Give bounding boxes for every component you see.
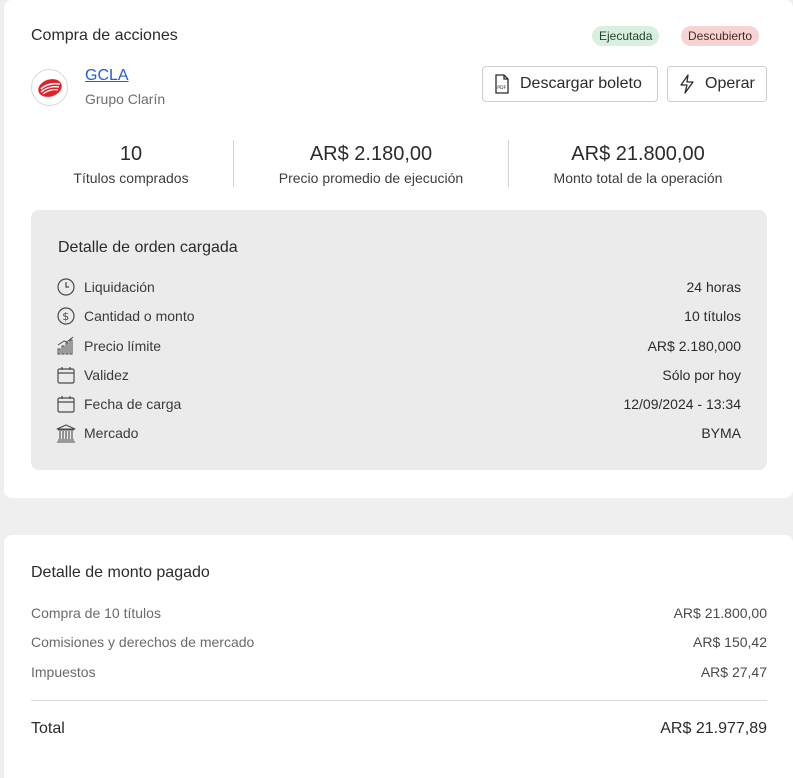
detail-value: Sólo por hoy xyxy=(662,367,741,383)
order-detail-title: Detalle de orden cargada xyxy=(58,239,238,256)
status-badge-uncovered: Descubierto xyxy=(681,26,760,46)
stat-titles-bought: 10 Títulos comprados xyxy=(31,142,231,186)
detail-value: 10 títulos xyxy=(684,308,741,324)
payment-label: Comisiones y derechos de mercado xyxy=(31,634,255,650)
dollar-circle-icon: $ xyxy=(56,306,76,326)
payment-row-taxes: Impuestos AR$ 27,47 xyxy=(31,664,767,680)
payment-value: AR$ 150,42 xyxy=(693,634,767,650)
order-detail-panel: Detalle de orden cargada Liquidación 24 … xyxy=(31,210,767,470)
clock-icon xyxy=(56,277,76,297)
lightning-icon xyxy=(680,74,694,94)
payment-total-row: Total AR$ 21.977,89 xyxy=(31,720,767,738)
stat-value: AR$ 2.180,00 xyxy=(309,143,433,165)
detail-label: Liquidación xyxy=(84,279,155,295)
payment-detail-card: Detalle de monto pagado Compra de 10 tít… xyxy=(4,535,793,778)
detail-label: Mercado xyxy=(84,425,139,441)
page-title: Compra de acciones xyxy=(31,27,178,44)
bank-icon xyxy=(56,423,76,443)
payment-label: Compra de 10 títulos xyxy=(31,605,161,621)
stat-label: Precio promedio de ejecución xyxy=(278,170,464,186)
status-badge-executed: Ejecutada xyxy=(592,26,660,46)
instrument-ticker-link[interactable]: GCLA xyxy=(85,67,129,85)
detail-row-limit-price: Precio límite AR$ 2.180,000 xyxy=(56,335,741,357)
detail-row-market: Mercado BYMA xyxy=(56,422,741,444)
svg-text:PDF: PDF xyxy=(497,85,506,91)
payment-label: Impuestos xyxy=(31,664,96,680)
bar-chart-icon xyxy=(56,336,76,356)
detail-row-quantity: $ Cantidad o monto 10 títulos xyxy=(56,305,741,327)
total-value: AR$ 21.977,89 xyxy=(660,720,767,737)
total-label: Total xyxy=(31,720,65,737)
calendar-icon xyxy=(56,394,76,414)
payment-detail-title: Detalle de monto pagado xyxy=(31,564,210,581)
detail-row-load-date: Fecha de carga 12/09/2024 - 13:34 xyxy=(56,393,741,415)
detail-label: Validez xyxy=(84,367,129,383)
payment-value: AR$ 21.800,00 xyxy=(673,605,767,621)
payment-row-commissions: Comisiones y derechos de mercado AR$ 150… xyxy=(31,634,767,650)
detail-row-validity: Validez Sólo por hoy xyxy=(56,364,741,386)
divider xyxy=(31,700,767,701)
detail-label: Fecha de carga xyxy=(84,396,182,412)
calendar-icon xyxy=(56,365,76,385)
stat-total-amount: AR$ 21.800,00 Monto total de la operació… xyxy=(509,142,767,186)
operate-button[interactable]: Operar xyxy=(667,66,767,102)
detail-value: AR$ 2.180,000 xyxy=(647,338,741,354)
payment-value: AR$ 27,47 xyxy=(700,664,767,680)
detail-value: BYMA xyxy=(701,425,741,441)
detail-label: Precio límite xyxy=(84,338,162,354)
operate-label: Operar xyxy=(705,75,755,92)
pdf-file-icon: PDF xyxy=(495,74,509,94)
stat-value: AR$ 21.800,00 xyxy=(571,143,705,165)
stat-average-price: AR$ 2.180,00 Precio promedio de ejecució… xyxy=(234,142,508,186)
detail-row-settlement: Liquidación 24 horas xyxy=(56,276,741,298)
stat-value: 10 xyxy=(119,143,143,165)
download-receipt-label: Descargar boleto xyxy=(520,75,642,92)
detail-value: 12/09/2024 - 13:34 xyxy=(623,396,741,412)
company-name: Grupo Clarín xyxy=(85,91,166,107)
stat-label: Monto total de la operación xyxy=(553,170,723,186)
svg-text:$: $ xyxy=(62,310,69,323)
clarin-logo xyxy=(31,69,68,106)
detail-label: Cantidad o monto xyxy=(84,308,195,324)
detail-value: 24 horas xyxy=(686,279,741,295)
download-receipt-button[interactable]: PDF Descargar boleto xyxy=(482,66,658,102)
payment-row-purchase: Compra de 10 títulos AR$ 21.800,00 xyxy=(31,605,767,621)
stat-label: Títulos comprados xyxy=(73,170,189,186)
order-summary-card: Compra de acciones Ejecutada Descubierto… xyxy=(4,0,793,498)
